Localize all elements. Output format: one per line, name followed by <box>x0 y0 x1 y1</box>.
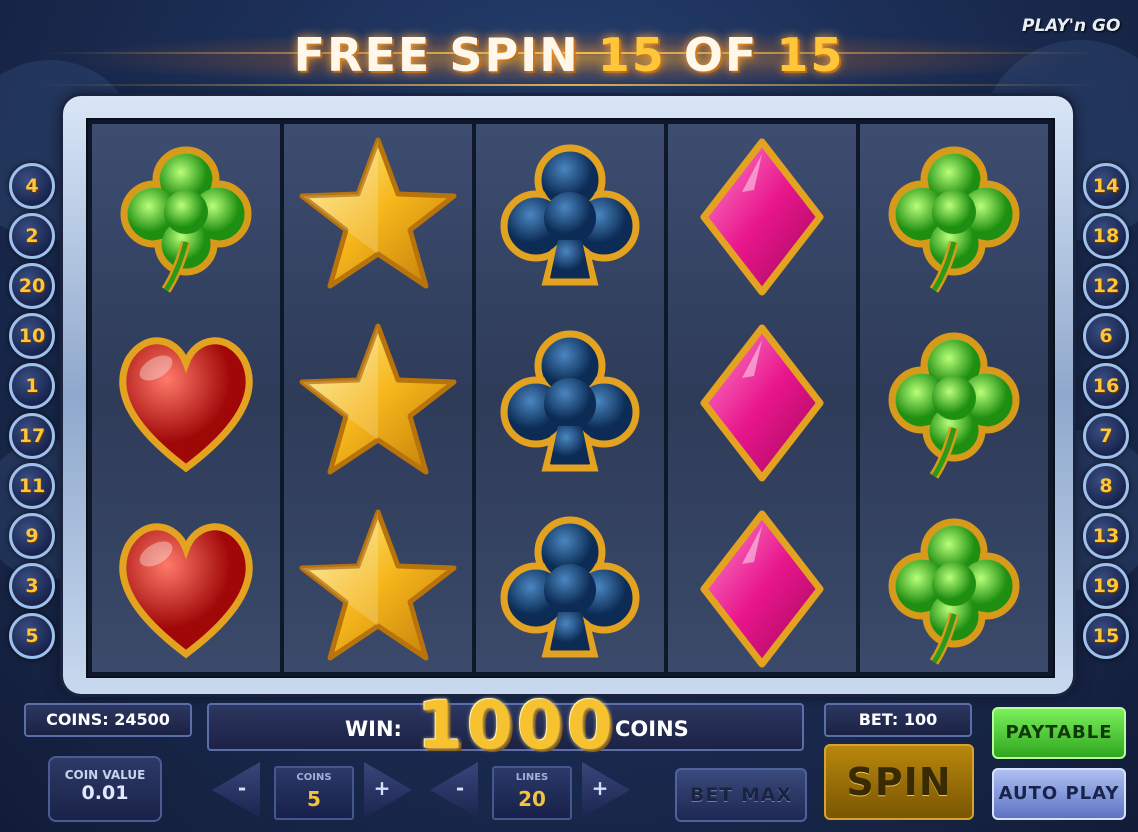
win-label: WIN: <box>345 717 402 741</box>
diamond-symbol-icon <box>682 132 842 302</box>
payline-marker-right[interactable]: 16 <box>1083 363 1129 409</box>
reel-4 <box>668 124 856 672</box>
banner-line-bottom <box>40 84 1100 86</box>
payline-marker-left[interactable]: 17 <box>9 413 55 459</box>
clover-symbol-icon <box>874 318 1034 488</box>
coins-balance: COINS: 24500 <box>24 703 192 737</box>
diamond-symbol-icon <box>682 504 842 674</box>
clover-symbol-icon <box>874 132 1034 302</box>
payline-marker-left[interactable]: 1 <box>9 363 55 409</box>
reel-3 <box>476 124 664 672</box>
plus-icon: + <box>373 776 391 800</box>
coin-value-amount: 0.01 <box>81 782 129 804</box>
banner-of: OF <box>683 28 759 82</box>
win-unit: COINS <box>615 717 689 741</box>
minus-icon: - <box>455 776 465 800</box>
brand-logo: PLAY'n GO <box>1022 16 1121 36</box>
payline-marker-left[interactable]: 10 <box>9 313 55 359</box>
coin-value-button[interactable]: COIN VALUE 0.01 <box>48 756 162 822</box>
coins-increase-button[interactable]: + <box>364 762 412 818</box>
coins-stepper: COINS 5 <box>274 766 354 820</box>
heart-symbol-icon <box>106 504 266 674</box>
coins-decrease-button[interactable]: - <box>212 762 260 818</box>
bet-display: BET: 100 <box>824 703 972 737</box>
reel-2 <box>284 124 472 672</box>
lines-decrease-button[interactable]: - <box>430 762 478 818</box>
reel-1 <box>92 124 280 672</box>
heart-symbol-icon <box>106 318 266 488</box>
coins-stepper-label: COINS <box>296 772 332 783</box>
club-symbol-icon <box>490 318 650 488</box>
banner-total-spins: 15 <box>776 28 845 82</box>
club-symbol-icon <box>490 132 650 302</box>
spin-button[interactable]: SPIN <box>824 744 974 820</box>
payline-marker-right[interactable]: 18 <box>1083 213 1129 259</box>
bet-max-button[interactable]: BET MAX <box>675 768 807 822</box>
auto-play-button[interactable]: AUTO PLAY <box>992 768 1126 820</box>
payline-marker-right[interactable]: 8 <box>1083 463 1129 509</box>
lines-stepper-label: LINES <box>515 772 549 783</box>
payline-marker-right[interactable]: 13 <box>1083 513 1129 559</box>
lines-stepper-value: 20 <box>518 787 546 811</box>
payline-marker-left[interactable]: 2 <box>9 213 55 259</box>
lines-increase-button[interactable]: + <box>582 762 630 818</box>
coin-value-label: COIN VALUE <box>64 768 146 782</box>
club-symbol-icon <box>490 504 650 674</box>
coins-stepper-value: 5 <box>307 787 321 811</box>
star-symbol-icon <box>298 318 458 488</box>
banner-prefix: FREE SPIN <box>293 28 580 82</box>
payline-marker-right[interactable]: 6 <box>1083 313 1129 359</box>
payline-marker-right[interactable]: 7 <box>1083 413 1129 459</box>
payline-marker-right[interactable]: 15 <box>1083 613 1129 659</box>
paytable-button[interactable]: PAYTABLE <box>992 707 1126 759</box>
diamond-symbol-icon <box>682 318 842 488</box>
payline-marker-left[interactable]: 5 <box>9 613 55 659</box>
minus-icon: - <box>237 776 247 800</box>
payline-marker-right[interactable]: 19 <box>1083 563 1129 609</box>
banner-current-spin: 15 <box>597 28 666 82</box>
payline-marker-left[interactable]: 20 <box>9 263 55 309</box>
plus-icon: + <box>591 776 609 800</box>
clover-symbol-icon <box>874 504 1034 674</box>
lines-stepper: LINES 20 <box>492 766 572 820</box>
reel-area <box>86 118 1055 678</box>
win-display: WIN: 1000 COINS <box>207 687 804 764</box>
payline-marker-left[interactable]: 3 <box>9 563 55 609</box>
win-value: 1000 <box>417 687 617 764</box>
star-symbol-icon <box>298 504 458 674</box>
payline-marker-right[interactable]: 12 <box>1083 263 1129 309</box>
payline-marker-left[interactable]: 11 <box>9 463 55 509</box>
payline-marker-left[interactable]: 9 <box>9 513 55 559</box>
payline-marker-left[interactable]: 4 <box>9 163 55 209</box>
free-spin-banner: FREE SPIN 15 OF 15 <box>0 28 1138 82</box>
payline-marker-right[interactable]: 14 <box>1083 163 1129 209</box>
clover-symbol-icon <box>106 132 266 302</box>
reel-5 <box>860 124 1048 672</box>
star-symbol-icon <box>298 132 458 302</box>
